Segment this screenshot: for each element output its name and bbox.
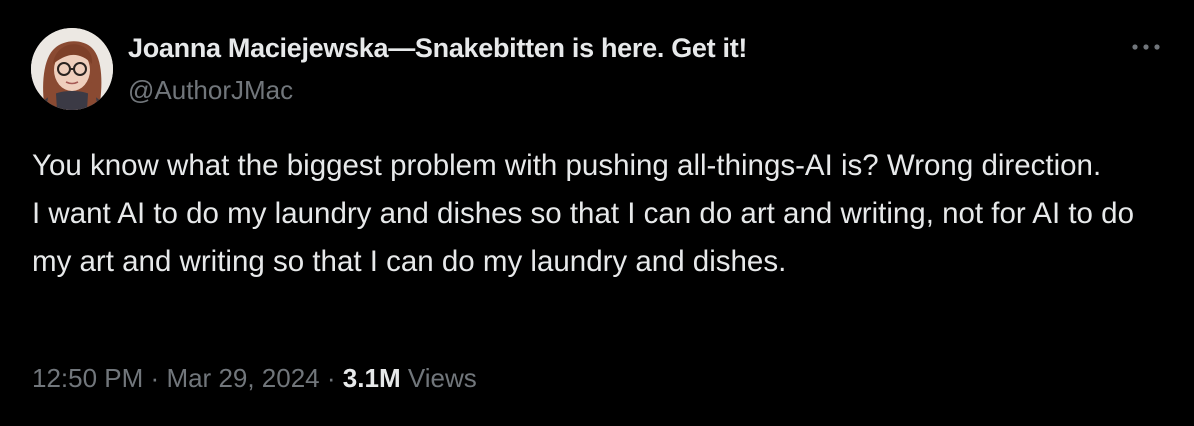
more-horizontal-icon [1132, 44, 1160, 50]
tweet-date-link[interactable]: Mar 29, 2024 [166, 363, 319, 393]
author-display-name[interactable]: Joanna Maciejewska—Snakebitten is here. … [128, 33, 747, 64]
views-label: Views [407, 363, 477, 393]
tweet-text-line: You know what the biggest problem with p… [32, 149, 1102, 182]
tweet-meta: 12:50 PM · Mar 29, 2024 · 3.1M Views [32, 363, 477, 394]
tweet-text: You know what the biggest problem with p… [32, 142, 1172, 286]
meta-separator: · [150, 363, 160, 393]
author-handle[interactable]: @AuthorJMac [128, 75, 293, 106]
more-options-button[interactable] [1124, 32, 1168, 62]
profile-photo-icon [31, 28, 113, 110]
tweet-card: Joanna Maciejewska—Snakebitten is here. … [0, 0, 1194, 426]
meta-separator: · [326, 363, 336, 393]
tweet-time-link[interactable]: 12:50 PM [32, 363, 143, 393]
tweet-text-line: I want AI to do my laundry and dishes so… [32, 197, 1134, 278]
avatar[interactable] [31, 28, 113, 110]
views-count[interactable]: 3.1M [343, 363, 401, 393]
